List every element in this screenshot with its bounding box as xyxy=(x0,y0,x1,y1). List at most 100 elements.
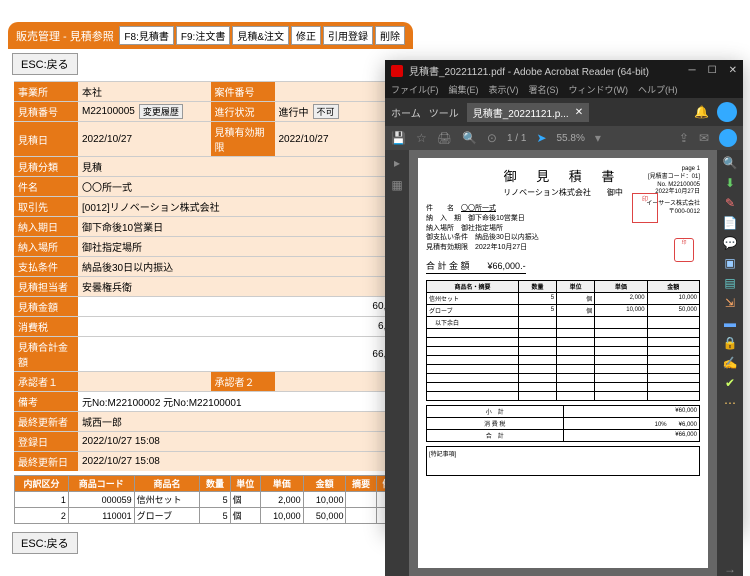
val-appr1 xyxy=(78,372,211,391)
mail-icon[interactable]: ✉ xyxy=(699,131,709,145)
close-icon[interactable]: ✕ xyxy=(729,65,737,76)
zoom-level: 55.8% xyxy=(557,133,585,144)
edit-pdf-icon[interactable]: ✎ xyxy=(725,196,735,210)
btn-edit[interactable]: 修正 xyxy=(291,26,321,45)
signature-icon[interactable]: ✔ xyxy=(725,376,735,390)
pdf-pay-l: 御支払い条件 xyxy=(426,234,468,241)
lbl-updater: 最終更新者 xyxy=(14,412,78,431)
pdf-subject: 〇〇所一式 xyxy=(461,205,496,212)
star-icon[interactable]: ☆ xyxy=(416,131,427,145)
btn-f9[interactable]: F9:注文書 xyxy=(176,26,230,45)
search-icon[interactable]: 🔍 xyxy=(462,131,477,145)
acrobat-title-text: 見積書_20221121.pdf - Adobe Acrobat Reader … xyxy=(409,63,649,78)
table-row[interactable]: 1000059信州セット5個2,00010,000 xyxy=(15,492,407,508)
btn-both[interactable]: 見積&注文 xyxy=(232,26,289,45)
protect-icon[interactable]: 🔒 xyxy=(723,336,738,350)
fill-sign-icon[interactable]: ✍ xyxy=(723,356,738,370)
lbl-regdate: 登録日 xyxy=(14,432,78,451)
tab-home[interactable]: ホーム xyxy=(391,105,421,120)
pdf-total: 合 計 金 額 ¥66,000.- xyxy=(426,259,526,274)
comment-icon[interactable]: 💬 xyxy=(723,236,738,250)
history-button[interactable]: 変更履歴 xyxy=(139,104,183,119)
lbl-estdate: 見積日 xyxy=(14,122,78,156)
title-text: 販売管理 - 見積参照 xyxy=(16,28,114,44)
collapse-panel-icon[interactable]: → xyxy=(724,562,736,576)
pdf-total-l: 合 計 金 額 xyxy=(426,261,470,271)
page-indicator: 1 / 1 xyxy=(507,133,526,144)
detail-header: 単価 xyxy=(260,476,303,492)
compress-icon[interactable]: ⇲ xyxy=(725,296,735,310)
lbl-deliv: 納入期日 xyxy=(14,217,78,236)
btn-quote[interactable]: 引用登録 xyxy=(323,26,373,45)
more-tools-icon[interactable]: ⋯ xyxy=(724,396,736,410)
menu-view[interactable]: 表示(V) xyxy=(489,83,519,96)
share-icon[interactable]: ⇪ xyxy=(679,131,689,145)
pdf-sum: 小 計¥60,000消 費 税10% ¥6,000合 計¥66,000 xyxy=(426,405,700,442)
detail-header: 金額 xyxy=(303,476,346,492)
lbl-place: 納入場所 xyxy=(14,237,78,256)
maximize-icon[interactable]: ☐ xyxy=(708,65,717,76)
pdf-pageno: page 1 xyxy=(646,166,700,174)
zoom-dropdown-icon[interactable]: ▾ xyxy=(595,131,601,145)
status-text: 進行中 xyxy=(279,104,309,119)
btn-f8[interactable]: F8:見積書 xyxy=(119,26,173,45)
form-grid: 事業所本社案件番号 見積番号M22100005変更履歴進行状況進行中不可 見積日… xyxy=(14,81,407,471)
btn-delete[interactable]: 削除 xyxy=(375,26,405,45)
lbl-total: 見積合計金額 xyxy=(14,337,78,371)
pdf-valid: 2022年10月27日 xyxy=(475,244,527,251)
lbl-pay: 支払条件 xyxy=(14,257,78,276)
esc-button-top[interactable]: ESC:戻る xyxy=(12,53,78,75)
val-tax: 6,000 xyxy=(78,317,407,336)
lbl-valid: 見積有効期限 xyxy=(211,122,275,156)
menu-window[interactable]: ウィンドウ(W) xyxy=(569,83,629,96)
acrobat-menu: ファイル(F) 編集(E) 表示(V) 署名(S) ウィンドウ(W) ヘルプ(H… xyxy=(385,81,743,98)
tab-document[interactable]: 見積書_20221121.p... ✕ xyxy=(467,103,589,122)
menu-edit[interactable]: 編集(E) xyxy=(449,83,479,96)
acrobat-page-area[interactable]: page 1 [見積書コード：01] No. M22100005 2022年10… xyxy=(409,150,717,576)
tab-close-icon[interactable]: ✕ xyxy=(575,107,583,118)
fuka-button[interactable]: 不可 xyxy=(313,104,339,119)
val-place: 御社指定場所 xyxy=(78,237,407,256)
tab-tool[interactable]: ツール xyxy=(429,105,459,120)
selection-icon[interactable]: ➤ xyxy=(536,131,546,145)
lbl-cust: 取引先 xyxy=(14,197,78,216)
bell-icon[interactable]: 🔔 xyxy=(694,105,709,119)
acrobat-window: 見積書_20221121.pdf - Adobe Acrobat Reader … xyxy=(385,60,743,532)
val-office: 本社 xyxy=(78,82,211,101)
lbl-appr1: 承認者１ xyxy=(14,372,78,391)
organize-icon[interactable]: ▤ xyxy=(724,276,735,290)
avatar[interactable] xyxy=(717,102,737,122)
acrobat-toolbar: 💾 ☆ 🖨 🔍 ⊙ 1 / 1 ➤ 55.8% ▾ ⇪ ✉ xyxy=(385,126,743,150)
panel-toggle-icon[interactable]: ▸ xyxy=(394,156,400,170)
pdf-place: 御社指定場所 xyxy=(461,225,503,232)
user-badge-icon[interactable] xyxy=(719,129,737,147)
combine-icon[interactable]: ▣ xyxy=(724,256,735,270)
val-estno: M22100005変更履歴 xyxy=(78,102,211,121)
acrobat-tabs: ホーム ツール 見積書_20221121.p... ✕ 🔔 xyxy=(385,98,743,126)
title-bar: 販売管理 - 見積参照 F8:見積書 F9:注文書 見積&注文 修正 引用登録 … xyxy=(8,22,413,49)
thumbnails-icon[interactable]: ▦ xyxy=(391,178,402,192)
menu-sign[interactable]: 署名(S) xyxy=(529,83,559,96)
minimize-icon[interactable]: ─ xyxy=(689,65,696,76)
create-pdf-icon[interactable]: 📄 xyxy=(723,216,738,230)
menu-file[interactable]: ファイル(F) xyxy=(391,83,439,96)
export-icon[interactable]: ⬇ xyxy=(725,176,735,190)
lbl-estno: 見積番号 xyxy=(14,102,78,121)
lbl-rep: 見積担当者 xyxy=(14,277,78,296)
tab-doc-label: 見積書_20221121.p... xyxy=(473,105,569,120)
menu-help[interactable]: ヘルプ(H) xyxy=(638,83,678,96)
val-estdate: 2022/10/27 xyxy=(78,122,211,156)
acrobat-titlebar: 見積書_20221121.pdf - Adobe Acrobat Reader … xyxy=(385,60,743,81)
print-icon[interactable]: 🖨 xyxy=(437,131,452,145)
search-tool-icon[interactable]: 🔍 xyxy=(723,156,738,170)
page-up-icon[interactable]: ⊙ xyxy=(487,131,497,145)
esc-button-bottom[interactable]: ESC:戻る xyxy=(12,532,78,554)
table-row[interactable]: 2110001グローブ5個10,00050,000 xyxy=(15,508,407,524)
val-total: 66,000 xyxy=(78,337,407,371)
pdf-deliv: 御下命後10営業日 xyxy=(468,215,525,222)
redact-icon[interactable]: ▬ xyxy=(724,316,736,330)
detail-header: 単位 xyxy=(230,476,260,492)
save-icon[interactable]: 💾 xyxy=(391,131,406,145)
lbl-office: 事業所 xyxy=(14,82,78,101)
val-subject: 〇〇所一式 xyxy=(78,177,407,196)
